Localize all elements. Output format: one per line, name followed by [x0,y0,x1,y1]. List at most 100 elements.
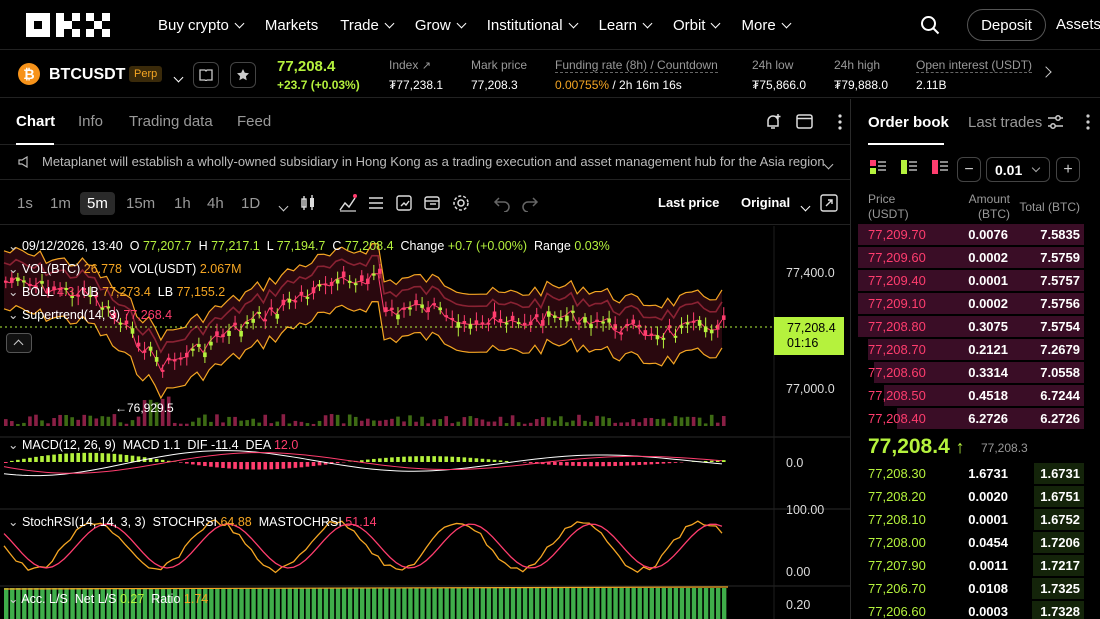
ls-ratio-bar [691,588,697,619]
ask-row[interactable]: 77,209.60 0.0002 7.5759 [858,246,1084,269]
fullscreen-icon[interactable] [820,194,838,212]
current-price-tag: 77,208.4 01:16 [774,317,844,355]
pair-dropdown-icon[interactable] [168,68,184,86]
ls-ratio-bar [444,588,449,619]
ask-row[interactable]: 77,209.10 0.0002 7.5756 [858,292,1084,315]
index-label[interactable]: Index ↗ [389,58,431,72]
tf-4h[interactable]: 4h [207,195,224,212]
view-both-icon[interactable] [870,160,886,174]
bid-row[interactable]: 77,206.70 0.0108 1.7325 [858,577,1084,600]
candle-body [498,318,503,323]
bid-row[interactable]: 77,208.20 0.0020 1.6751 [858,485,1084,508]
tf-15m[interactable]: 15m [126,195,155,212]
window-icon[interactable] [796,114,813,129]
okx-logo[interactable] [26,13,110,37]
ls-ratio-bar [366,588,371,619]
assets-link[interactable]: Assets [1056,16,1100,33]
bid-row[interactable]: 77,208.30 1.6731 1.6731 [858,462,1084,485]
nav-item-grow[interactable]: Grow [415,0,467,50]
ask-row[interactable]: 77,208.70 0.2121 7.2679 [858,338,1084,361]
legend-collapse-button[interactable] [6,333,32,353]
book-icon[interactable] [193,62,219,88]
candle-body [468,324,473,329]
nav-item-institutional[interactable]: Institutional [487,0,579,50]
tick-size-select[interactable]: 0.01 [986,157,1050,182]
chevron-up-icon[interactable] [13,339,24,350]
tab-last-trades[interactable]: Last trades [968,114,1042,131]
alert-add-icon[interactable] [764,113,782,131]
chevron-down-icon[interactable] [1031,163,1041,173]
news-expand-icon[interactable] [818,155,834,173]
deposit-button[interactable]: Deposit [967,9,1046,41]
crosshair-tool-icon[interactable] [395,194,413,212]
ask-row[interactable]: 77,208.60 0.3314 7.0558 [858,361,1084,384]
candle-body [649,333,654,336]
sliders-icon[interactable] [1047,114,1064,130]
redo-icon[interactable] [521,194,539,212]
volume-bar [203,414,207,426]
collapse-icon[interactable]: ⌄ [8,239,22,253]
ls-ratio-bar [287,588,292,619]
chart-mode-select[interactable]: Original [741,195,790,210]
bid-row[interactable]: 77,208.00 0.0454 1.7206 [858,531,1084,554]
nav-item-orbit[interactable]: Orbit [673,0,721,50]
ls-ratio-bar [305,588,311,619]
ls-ratio-bar [595,588,600,619]
bid-row[interactable]: 77,208.10 0.0001 1.6752 [858,508,1084,531]
ls-legend: ⌄ Acc. L/S Net L/S 0.27 Ratio 1.74 [8,592,209,606]
bid-row[interactable]: 77,206.60 0.0003 1.7328 [858,600,1084,619]
nav-item-learn[interactable]: Learn [599,0,653,50]
candle-body [166,357,171,360]
candle-type-icon[interactable] [299,194,317,212]
tf-1d[interactable]: 1D [241,195,260,212]
external-link-icon[interactable]: ↗ [422,60,431,72]
ask-row[interactable]: 77,208.40 6.2726 6.2726 [858,407,1084,430]
more-vertical-icon[interactable] [1086,114,1090,130]
volume-bar [643,418,648,426]
tf-5m[interactable]: 5m [80,192,115,215]
open-interest-label[interactable]: Open interest (USDT) [916,58,1033,73]
ask-row[interactable]: 77,208.50 0.4518 6.7244 [858,384,1084,407]
undo-icon[interactable] [493,194,511,212]
tf-1s[interactable]: 1s [17,195,33,212]
template-icon[interactable] [423,194,441,212]
tab-order-book[interactable]: Order book [868,114,949,131]
tf-1h[interactable]: 1h [174,195,191,212]
ask-row[interactable]: 77,209.40 0.0001 7.5757 [858,269,1084,292]
tf-1m[interactable]: 1m [50,195,71,212]
ls-ratio-bar [643,588,648,619]
nav-item-trade[interactable]: Trade [340,0,395,50]
pair-name[interactable]: BTCUSDT [49,66,125,84]
volume-bar [76,419,80,426]
indicators-icon[interactable] [339,194,357,212]
tick-increase-button[interactable]: + [1056,157,1080,182]
ls-ratio-bar [504,588,510,619]
ask-row[interactable]: 77,209.70 0.0076 7.5835 [858,223,1084,246]
tab-trading-data[interactable]: Trading data [129,113,213,130]
macd-histogram-bar [293,462,298,468]
nav-item-buy-crypto[interactable]: Buy crypto [158,0,245,50]
ls-ratio-bar [245,588,250,619]
news-headline[interactable]: Metaplanet will establish a wholly-owned… [42,154,825,169]
search-icon[interactable] [920,15,940,35]
more-vertical-icon[interactable] [838,114,842,130]
drawing-list-icon[interactable] [367,194,385,212]
favorite-star-icon[interactable] [230,62,256,88]
bid-row[interactable]: 77,207.90 0.0011 1.7217 [858,554,1084,577]
view-bids-icon[interactable] [901,160,917,174]
timeframe-dropdown-icon[interactable] [273,197,289,215]
tab-info[interactable]: Info [78,113,103,130]
nav-item-markets[interactable]: Markets [265,0,318,50]
tick-decrease-button[interactable]: − [957,157,981,182]
funding-label[interactable]: Funding rate (8h) / Countdown [555,58,718,73]
tab-chart[interactable]: Chart [16,113,55,130]
candle-body [372,273,376,276]
view-asks-icon[interactable] [932,160,948,174]
settings-gear-icon[interactable] [452,194,470,212]
ask-row[interactable]: 77,208.80 0.3075 7.5754 [858,315,1084,338]
nav-item-more[interactable]: More [741,0,792,50]
macd-histogram-bar [227,462,231,469]
tab-feed[interactable]: Feed [237,113,271,130]
price-source-select[interactable]: Last price [658,195,719,210]
chart-mode-dropdown-icon[interactable] [795,197,811,215]
